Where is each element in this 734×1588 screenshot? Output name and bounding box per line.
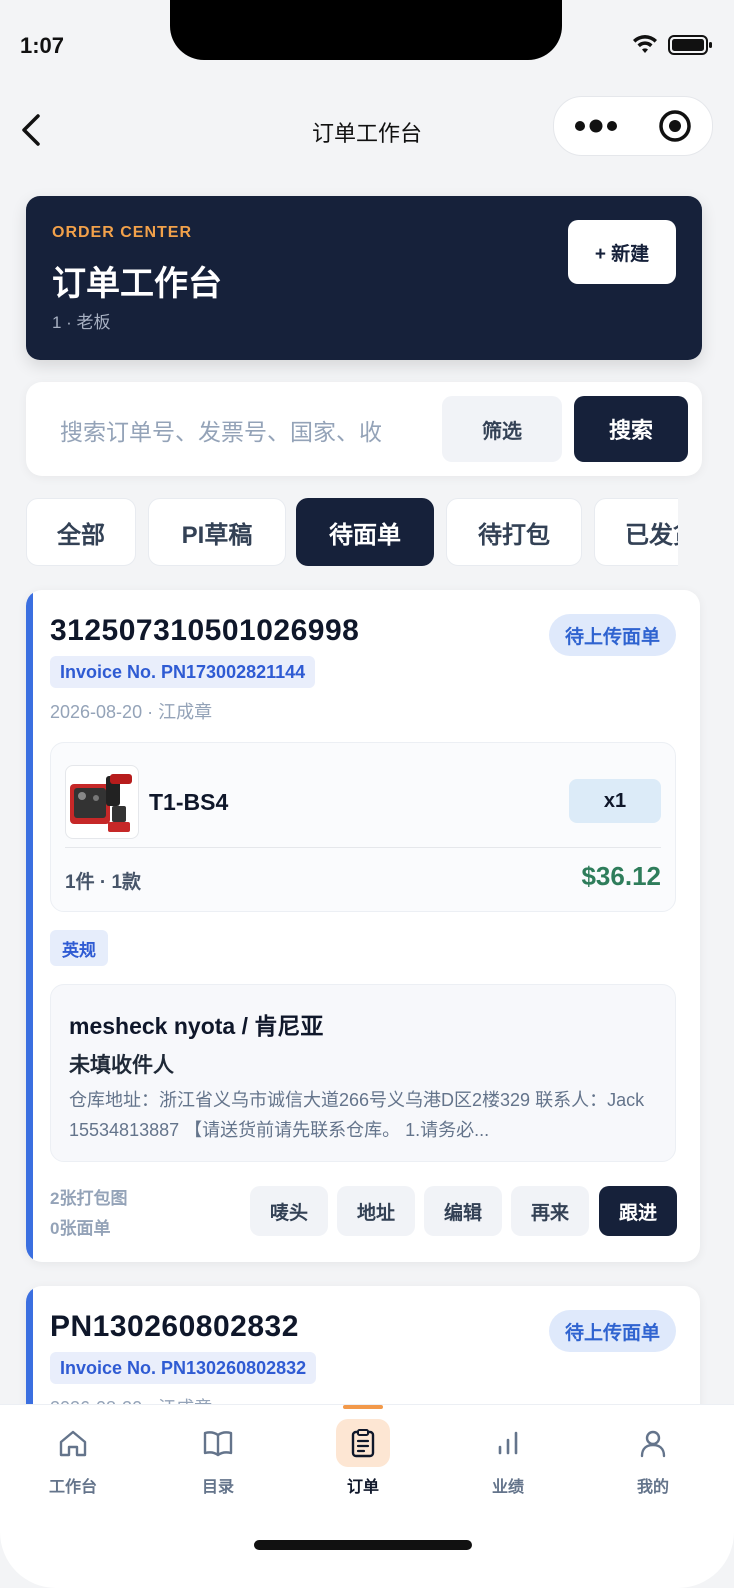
wifi-icon — [633, 35, 657, 53]
status-tabs: 全部 PI草稿 待面单 待打包 已发货 — [26, 498, 678, 568]
tabbar-item-me[interactable]: 我的 — [593, 1419, 713, 1497]
customer-name: mesheck nyota / 肯尼亚 — [69, 1013, 324, 1039]
tabbar-label: 业绩 — [491, 1479, 524, 1496]
packing-photo-count: 2张打包图 — [50, 1189, 128, 1208]
filter-button[interactable]: 筛选 — [442, 396, 562, 462]
product-thumbnail — [65, 765, 139, 839]
tab-all[interactable]: 全部 — [26, 498, 136, 566]
order-meta: 2026-08-20 · 江成章 — [50, 702, 213, 722]
tab-awaiting-pack[interactable]: 待打包 — [446, 498, 582, 566]
tab-awaiting-label[interactable]: 待面单 — [296, 498, 434, 566]
product-summary[interactable]: T1-BS4 x1 1件 · 1款 $36.12 — [50, 742, 676, 912]
order-center-hero: ORDER CENTER 订单工作台 1 · 老板 + 新建 — [26, 196, 702, 360]
new-order-button[interactable]: + 新建 — [568, 220, 676, 284]
status-badge: 待上传面单 — [548, 1310, 676, 1352]
attachment-stats: 2张打包图 0张面单 — [50, 1184, 127, 1244]
address-text: 仓库地址：浙江省义乌市诚信大道266号义乌港D区2楼329 联系人：Jack 1… — [69, 1090, 645, 1140]
tabbar-item-catalog[interactable]: 目录 — [158, 1419, 278, 1497]
invoice-tag: Invoice No. PN173002821144 — [50, 656, 316, 688]
tab-pi-draft[interactable]: PI草稿 — [148, 498, 286, 566]
tabbar-label: 工作台 — [48, 1479, 97, 1496]
hero-title: 订单工作台 — [52, 264, 222, 304]
bottom-tab-bar: 工作台 目录 订单 业绩 我的 — [0, 1404, 734, 1588]
follow-up-button[interactable]: 跟进 — [599, 1186, 677, 1236]
device-notch — [170, 0, 562, 60]
edit-button[interactable]: 编辑 — [424, 1186, 502, 1236]
status-icons — [632, 34, 714, 56]
invoice-tag: Invoice No. PN130260802832 — [50, 1352, 317, 1384]
close-target-icon[interactable] — [658, 109, 692, 143]
recipient-status: 未填收件人 — [69, 1054, 174, 1077]
more-icon[interactable] — [574, 119, 618, 133]
plug-spec-tag: 英规 — [50, 930, 108, 966]
reorder-button[interactable]: 再来 — [511, 1186, 589, 1236]
status-time: 1:07 — [20, 33, 65, 58]
order-number: 312507310501026998 — [50, 614, 360, 647]
home-icon — [46, 1419, 100, 1467]
tab-shipped[interactable]: 已发货 — [594, 498, 678, 566]
tabbar-item-workbench[interactable]: 工作台 — [13, 1419, 133, 1497]
power-tool-image-icon — [70, 774, 132, 832]
quantity-badge: x1 — [569, 779, 661, 823]
clipboard-icon — [336, 1419, 390, 1467]
user-icon — [626, 1419, 680, 1467]
search-button[interactable]: 搜索 — [574, 396, 688, 462]
home-indicator — [254, 1540, 472, 1550]
status-badge: 待上传面单 — [548, 614, 676, 656]
mini-program-capsule — [553, 96, 713, 156]
tabbar-label: 我的 — [636, 1479, 669, 1496]
address-button[interactable]: 地址 — [337, 1186, 415, 1236]
tabbar-item-orders[interactable]: 订单 — [303, 1419, 423, 1497]
hero-eyebrow: ORDER CENTER — [52, 224, 193, 241]
search-bar: 搜索订单号、发票号、国家、收 筛选 搜索 — [26, 382, 702, 476]
order-card[interactable]: 312507310501026998 待上传面单 Invoice No. PN1… — [26, 590, 700, 1262]
book-icon — [191, 1419, 245, 1467]
shipping-mark-button[interactable]: 唛头 — [250, 1186, 328, 1236]
label-count: 0张面单 — [50, 1219, 111, 1238]
order-number: PN130260802832 — [50, 1310, 299, 1343]
tabbar-label: 目录 — [201, 1479, 234, 1496]
order-total: $36.12 — [581, 861, 661, 891]
tabbar-item-performance[interactable]: 业绩 — [448, 1419, 568, 1497]
bar-chart-icon — [481, 1419, 535, 1467]
active-tab-indicator — [343, 1405, 383, 1409]
phone-screen: 1:07 订单工作台 ORDER CENTER 订单工作台 1 · 老板 + 新… — [0, 0, 734, 1588]
battery-icon — [668, 35, 712, 55]
tabbar-label: 订单 — [346, 1479, 379, 1496]
product-sku: T1-BS4 — [149, 789, 229, 815]
item-count: 1件 · 1款 — [65, 872, 142, 893]
search-input[interactable]: 搜索订单号、发票号、国家、收 — [48, 402, 438, 458]
hero-subtitle: 1 · 老板 — [52, 313, 111, 332]
divider — [65, 847, 661, 848]
shipping-address[interactable]: mesheck nyota / 肯尼亚 未填收件人 仓库地址：浙江省义乌市诚信大… — [50, 984, 676, 1162]
